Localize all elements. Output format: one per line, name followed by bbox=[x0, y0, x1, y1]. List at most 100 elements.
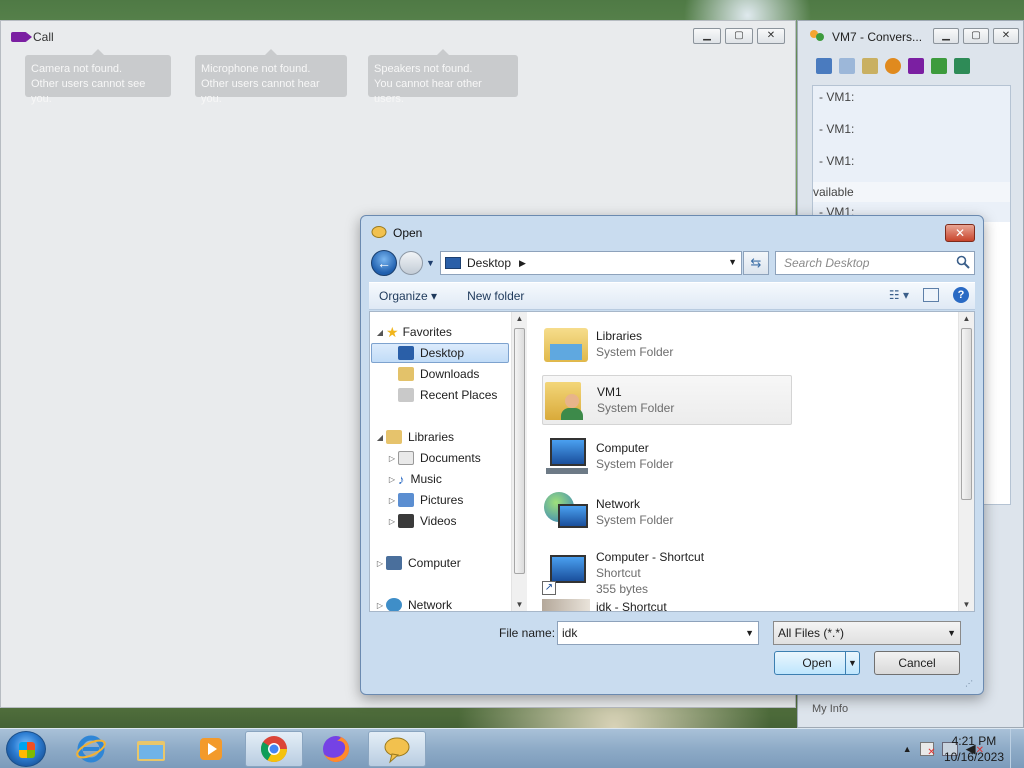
nav-label: Desktop bbox=[420, 346, 465, 360]
nav-libraries[interactable]: ◢ Libraries bbox=[374, 427, 454, 447]
action-center-icon[interactable]: ✕ bbox=[919, 742, 936, 758]
my-info-bar[interactable]: My Info bbox=[812, 703, 1011, 719]
open-button[interactable]: Open ▼ bbox=[774, 651, 860, 675]
scroll-up-icon[interactable]: ▲ bbox=[959, 314, 974, 323]
taskbar-media-player[interactable] bbox=[182, 731, 240, 767]
forward-button[interactable] bbox=[399, 251, 423, 275]
filter-dropdown-icon[interactable]: ▼ bbox=[947, 622, 956, 644]
file-name: Computer - Shortcut bbox=[596, 550, 705, 564]
address-dropdown-icon[interactable]: ▼ bbox=[728, 257, 737, 267]
nav-computer[interactable]: ▷ Computer bbox=[374, 553, 461, 573]
video-icon[interactable] bbox=[908, 58, 924, 74]
history-dropdown-icon[interactable]: ▼ bbox=[426, 258, 435, 268]
maximize-button[interactable]: ▢ bbox=[725, 28, 753, 44]
file-icon[interactable] bbox=[862, 58, 878, 74]
file-list[interactable]: Libraries System Folder VM1 System Folder … bbox=[528, 312, 968, 611]
view-options-icon[interactable]: ☷ ▾ bbox=[889, 288, 909, 302]
dialog-close-button[interactable]: ✕ bbox=[945, 224, 975, 242]
contacts-add-icon[interactable] bbox=[931, 58, 947, 74]
navigation-pane[interactable]: ◢ ★ Favorites Desktop Downloads Recent P… bbox=[370, 312, 511, 611]
breadcrumb-arrow-icon[interactable]: ▶ bbox=[519, 258, 526, 269]
nav-pictures[interactable]: ▷ Pictures bbox=[386, 490, 463, 510]
close-button[interactable]: ✕ bbox=[993, 28, 1019, 44]
taskbar-internet-explorer[interactable] bbox=[62, 731, 120, 767]
nav-favorites[interactable]: ◢ ★ Favorites bbox=[374, 322, 452, 342]
nav-music[interactable]: ▷ ♪ Music bbox=[386, 469, 442, 489]
nav-network[interactable]: ▷ Network bbox=[374, 595, 452, 611]
nav-downloads[interactable]: Downloads bbox=[398, 364, 479, 384]
file-name-dropdown-icon[interactable]: ▼ bbox=[745, 622, 754, 644]
file-list-scrollbar[interactable]: ▲ ▼ bbox=[958, 312, 974, 611]
start-button[interactable] bbox=[6, 731, 46, 767]
file-name-input[interactable]: idk ▼ bbox=[557, 621, 759, 645]
leave-icon[interactable] bbox=[954, 58, 970, 74]
notice-line: Camera not found. bbox=[31, 63, 123, 75]
cancel-button[interactable]: Cancel bbox=[874, 651, 960, 675]
scroll-up-icon[interactable]: ▲ bbox=[512, 314, 527, 323]
file-name-label: File name: bbox=[499, 626, 556, 640]
file-name: Computer bbox=[596, 441, 649, 455]
scroll-down-icon[interactable]: ▼ bbox=[512, 600, 527, 609]
nav-videos[interactable]: ▷ Videos bbox=[386, 511, 456, 531]
taskbar-firefox[interactable] bbox=[307, 731, 365, 767]
file-type-filter[interactable]: All Files (*.*) ▼ bbox=[773, 621, 961, 645]
expand-arrow-icon[interactable]: ▷ bbox=[386, 454, 398, 463]
resize-grip-icon[interactable]: ⋰ bbox=[965, 679, 973, 688]
nav-documents[interactable]: ▷ Documents bbox=[386, 448, 481, 468]
expand-arrow-icon[interactable]: ▷ bbox=[374, 601, 386, 610]
file-type: Shortcut bbox=[596, 566, 641, 580]
minimize-button[interactable]: ▁ bbox=[693, 28, 721, 44]
folder-icon bbox=[137, 741, 165, 761]
taskbar-explorer[interactable] bbox=[122, 731, 180, 767]
recent-places-icon bbox=[398, 388, 414, 402]
expand-arrow-icon[interactable]: ▷ bbox=[374, 559, 386, 568]
notebook-icon[interactable] bbox=[839, 58, 855, 74]
search-input[interactable]: Search Desktop bbox=[775, 251, 975, 275]
search-icon[interactable] bbox=[956, 255, 970, 269]
nav-desktop[interactable]: Desktop bbox=[371, 343, 509, 363]
expand-arrow-icon[interactable]: ◢ bbox=[374, 433, 386, 442]
close-button[interactable]: ✕ bbox=[757, 28, 785, 44]
new-folder-button[interactable]: New folder bbox=[457, 289, 534, 303]
nav-recent-places[interactable]: Recent Places bbox=[398, 385, 497, 405]
call-titlebar[interactable]: Call bbox=[1, 21, 795, 53]
file-item[interactable]: ↗ Computer - Shortcut Shortcut 355 bytes bbox=[542, 543, 792, 603]
expand-arrow-icon[interactable]: ▷ bbox=[386, 496, 398, 505]
refresh-button[interactable]: ⇆ bbox=[743, 251, 769, 275]
show-hidden-icons-icon[interactable]: ▲ bbox=[903, 744, 912, 754]
scroll-thumb[interactable] bbox=[514, 328, 525, 574]
notice-line: Speakers not found. bbox=[374, 63, 473, 75]
expand-arrow-icon[interactable]: ◢ bbox=[374, 328, 386, 337]
organize-button[interactable]: Organize ▾ bbox=[369, 289, 447, 303]
minimize-button[interactable]: ▁ bbox=[933, 28, 959, 44]
address-bar[interactable]: Desktop ▶ ▼ bbox=[440, 251, 742, 275]
scroll-down-icon[interactable]: ▼ bbox=[959, 600, 974, 609]
file-item[interactable]: Libraries System Folder bbox=[542, 319, 792, 369]
address-location: Desktop bbox=[467, 256, 512, 270]
taskbar-messenger[interactable] bbox=[368, 731, 426, 767]
message-line: - VM1: bbox=[813, 86, 1010, 118]
back-button[interactable]: ← bbox=[371, 250, 397, 276]
file-item[interactable]: VM1 System Folder bbox=[542, 375, 792, 425]
invite-icon[interactable] bbox=[816, 58, 832, 74]
nav-label: Computer bbox=[408, 556, 461, 570]
maximize-button[interactable]: ▢ bbox=[963, 28, 989, 44]
clock[interactable]: 4:21 PM 10/16/2023 bbox=[944, 733, 1004, 765]
dialog-titlebar[interactable]: Open bbox=[361, 216, 983, 250]
help-icon[interactable]: ? bbox=[953, 287, 969, 303]
activities-icon[interactable] bbox=[885, 58, 901, 74]
file-item[interactable]: Network System Folder bbox=[542, 487, 792, 537]
file-item[interactable]: Computer System Folder bbox=[542, 431, 792, 481]
show-desktop-button[interactable] bbox=[1010, 729, 1024, 768]
scroll-thumb[interactable] bbox=[961, 328, 972, 500]
internet-explorer-icon bbox=[76, 735, 106, 763]
navigation-scrollbar[interactable]: ▲ ▼ bbox=[511, 312, 527, 611]
file-item[interactable]: idk - Shortcut bbox=[542, 599, 792, 611]
preview-pane-icon[interactable] bbox=[923, 288, 939, 302]
expand-arrow-icon[interactable]: ▷ bbox=[386, 475, 398, 484]
open-options-dropdown-icon[interactable]: ▼ bbox=[845, 652, 859, 674]
chrome-icon bbox=[260, 736, 288, 763]
taskbar-chrome[interactable] bbox=[245, 731, 303, 767]
expand-arrow-icon[interactable]: ▷ bbox=[386, 517, 398, 526]
file-type: System Folder bbox=[596, 457, 674, 471]
